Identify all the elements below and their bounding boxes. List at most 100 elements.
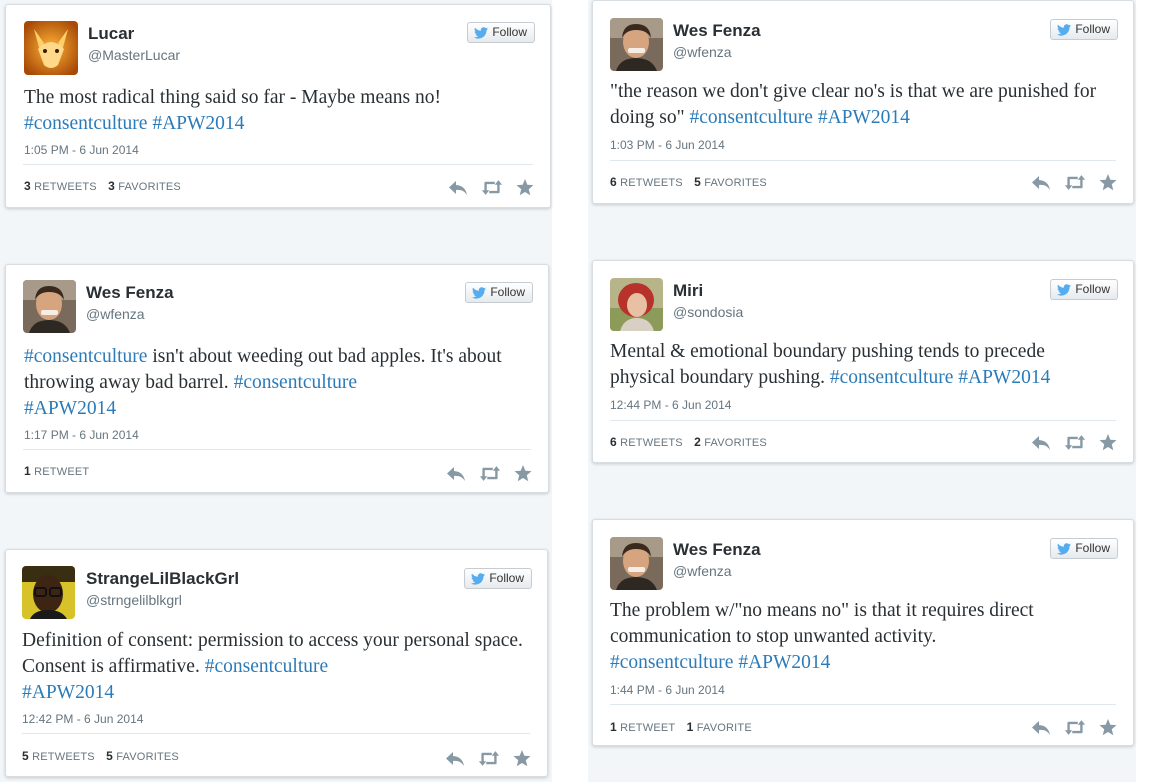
user-handle[interactable]: @wfenza: [673, 563, 732, 579]
tweet-text-body: The problem w/"no means no" is that it r…: [610, 600, 1034, 647]
follow-button[interactable]: Follow: [1050, 538, 1118, 559]
favorite-count[interactable]: 2 FAVORITES: [694, 435, 767, 449]
retweet-count[interactable]: 6 RETWEETS: [610, 175, 683, 189]
display-name[interactable]: Wes Fenza: [86, 283, 174, 303]
man-portrait-avatar-icon: [610, 537, 663, 590]
tweet-timestamp[interactable]: 1:44 PM - 6 Jun 2014: [610, 683, 725, 697]
avatar[interactable]: [22, 566, 75, 619]
user-handle[interactable]: @wfenza: [673, 44, 732, 60]
hashtag-link[interactable]: #APW2014: [22, 682, 114, 703]
tweet-timestamp[interactable]: 12:44 PM - 6 Jun 2014: [610, 398, 731, 412]
tweet-actions: [448, 179, 534, 196]
divider: [23, 164, 533, 165]
hashtag-link[interactable]: #APW2014: [147, 113, 244, 134]
tweet-actions: [445, 750, 531, 767]
tweet-card-strngelilblkgrl: StrangeLilBlackGrl @strngelilblkgrl Foll…: [5, 549, 548, 777]
tweet-timestamp[interactable]: 1:03 PM - 6 Jun 2014: [610, 138, 725, 152]
follow-button[interactable]: Follow: [464, 568, 532, 589]
follow-button[interactable]: Follow: [1050, 19, 1118, 40]
tweet-text-body: The most radical thing said so far - May…: [24, 87, 441, 108]
reply-icon[interactable]: [448, 180, 468, 196]
hashtag-link[interactable]: #consentculture: [234, 372, 357, 393]
man-portrait-avatar-icon: [610, 18, 663, 71]
follow-label: Follow: [490, 285, 525, 299]
retweet-count[interactable]: 1 RETWEET: [24, 464, 89, 478]
display-name[interactable]: Wes Fenza: [673, 540, 761, 560]
hashtag-link[interactable]: #APW2014: [24, 398, 116, 419]
tweet-card-wfenza-1: Wes Fenza @wfenza Follow #consentculture…: [5, 264, 549, 493]
hashtag-link[interactable]: #APW2014: [813, 107, 910, 128]
avatar[interactable]: [610, 278, 663, 331]
user-handle[interactable]: @sondosia: [673, 304, 743, 320]
divider: [610, 704, 1116, 705]
avatar[interactable]: [610, 18, 663, 71]
follow-button[interactable]: Follow: [467, 22, 535, 43]
favorite-count[interactable]: 3 FAVORITES: [108, 179, 181, 193]
retweet-count[interactable]: 3 RETWEETS: [24, 179, 97, 193]
avatar[interactable]: [610, 537, 663, 590]
avatar[interactable]: [23, 280, 76, 333]
avatar[interactable]: [24, 21, 78, 75]
tweet-actions: [1031, 174, 1117, 191]
favorite-count[interactable]: 5 FAVORITES: [106, 749, 179, 763]
retweet-icon[interactable]: [479, 466, 501, 481]
hashtag-link[interactable]: #consentculture: [24, 113, 147, 134]
twitter-bird-icon: [474, 27, 488, 39]
tweet-stats: 6 RETWEETS 2 FAVORITES: [610, 435, 767, 449]
retweet-icon[interactable]: [1064, 435, 1086, 450]
hashtag-link[interactable]: #consentculture: [689, 107, 812, 128]
tweet-card-lucar: Lucar @MasterLucar Follow The most radic…: [5, 4, 551, 208]
favorite-star-icon[interactable]: [513, 750, 531, 767]
retweet-icon[interactable]: [478, 751, 500, 766]
favorite-star-icon[interactable]: [1099, 434, 1117, 451]
tweet-text: The most radical thing said so far - May…: [24, 85, 530, 137]
tweet-text: #consentculture isn't about weeding out …: [24, 344, 528, 422]
hashtag-link[interactable]: #consentculture: [24, 346, 147, 367]
retweet-icon[interactable]: [1064, 175, 1086, 190]
tweet-actions: [446, 465, 532, 482]
tweet-text: Mental & emotional boundary pushing tend…: [610, 339, 1113, 391]
display-name[interactable]: Lucar: [88, 24, 134, 44]
retweet-count[interactable]: 5 RETWEETS: [22, 749, 95, 763]
retweet-icon[interactable]: [481, 180, 503, 195]
favorite-star-icon[interactable]: [516, 179, 534, 196]
reply-icon[interactable]: [445, 751, 465, 767]
tweet-timestamp[interactable]: 12:42 PM - 6 Jun 2014: [22, 712, 143, 726]
retweet-count[interactable]: 1 RETWEET: [610, 720, 675, 734]
reply-icon[interactable]: [1031, 720, 1051, 736]
retweet-count[interactable]: 6 RETWEETS: [610, 435, 683, 449]
follow-button[interactable]: Follow: [465, 282, 533, 303]
favorite-count[interactable]: 5 FAVORITES: [694, 175, 767, 189]
user-handle[interactable]: @strngelilblkgrl: [86, 592, 182, 608]
tweet-timestamp[interactable]: 1:05 PM - 6 Jun 2014: [24, 143, 139, 157]
favorite-count[interactable]: 1 FAVORITE: [687, 720, 752, 734]
display-name[interactable]: Wes Fenza: [673, 21, 761, 41]
favorite-star-icon[interactable]: [514, 465, 532, 482]
display-name[interactable]: StrangeLilBlackGrl: [86, 569, 239, 589]
tweet-stats: 5 RETWEETS 5 FAVORITES: [22, 749, 179, 763]
favorite-star-icon[interactable]: [1099, 719, 1117, 736]
hashtag-link[interactable]: #consentculture: [205, 656, 328, 677]
tweet-text: "the reason we don't give clear no's is …: [610, 79, 1113, 131]
fox-avatar-icon: [24, 21, 78, 75]
hashtag-link[interactable]: #APW2014: [953, 367, 1050, 388]
reply-icon[interactable]: [446, 466, 466, 482]
display-name[interactable]: Miri: [673, 281, 703, 301]
tweet-stats: 3 RETWEETS 3 FAVORITES: [24, 179, 181, 193]
twitter-bird-icon: [472, 287, 486, 299]
reply-icon[interactable]: [1031, 435, 1051, 451]
retweet-icon[interactable]: [1064, 720, 1086, 735]
hashtag-link[interactable]: #APW2014: [733, 652, 830, 673]
tweet-stats: 6 RETWEETS 5 FAVORITES: [610, 175, 767, 189]
follow-label: Follow: [1075, 282, 1110, 296]
hashtag-link[interactable]: #consentculture: [830, 367, 953, 388]
reply-icon[interactable]: [1031, 175, 1051, 191]
hashtag-link[interactable]: #consentculture: [610, 652, 733, 673]
favorite-star-icon[interactable]: [1099, 174, 1117, 191]
tweet-timestamp[interactable]: 1:17 PM - 6 Jun 2014: [24, 428, 139, 442]
follow-button[interactable]: Follow: [1050, 279, 1118, 300]
twitter-bird-icon: [1057, 543, 1071, 555]
divider: [22, 733, 530, 734]
user-handle[interactable]: @MasterLucar: [88, 47, 180, 63]
user-handle[interactable]: @wfenza: [86, 306, 145, 322]
